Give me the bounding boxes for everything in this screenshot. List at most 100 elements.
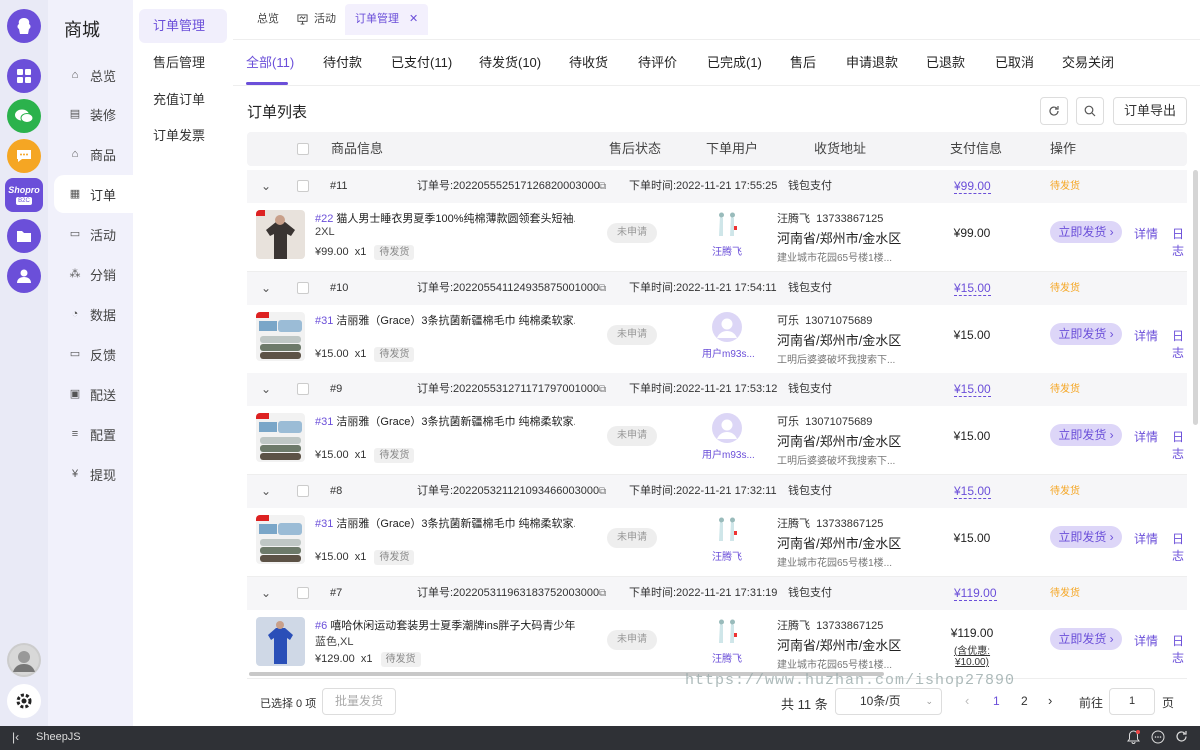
product-thumbnail[interactable]	[256, 617, 305, 666]
order-user[interactable]: 汪腾飞	[702, 515, 752, 563]
detail-link[interactable]: 详情	[1134, 632, 1158, 649]
order-user[interactable]: 用户m93s...	[702, 312, 755, 360]
product-name[interactable]: #31 洁丽雅（Grace）3条抗菌新疆棉毛巾 纯棉柔软家...	[315, 515, 575, 531]
folder-icon[interactable]	[7, 219, 41, 253]
product-thumbnail[interactable]	[256, 210, 305, 259]
log-link[interactable]: 日志	[1172, 225, 1187, 259]
order-user[interactable]: 用户m93s...	[702, 413, 755, 461]
log-link[interactable]: 日志	[1172, 327, 1187, 361]
sidebar-item-yuan[interactable]: ¥ 提现	[54, 455, 133, 493]
ship-now-button[interactable]: 立即发货 ›	[1050, 221, 1122, 243]
detail-link[interactable]: 详情	[1134, 428, 1158, 445]
status-tab[interactable]: 已支付(11)	[391, 40, 452, 86]
submenu-item[interactable]: 充值订单	[139, 83, 227, 117]
expand-chevron-icon[interactable]: ⌄	[261, 475, 271, 508]
status-tab[interactable]: 待评价	[638, 40, 677, 86]
pay-total[interactable]: ¥99.00	[954, 179, 991, 194]
select-all-checkbox[interactable]	[297, 143, 309, 155]
next-page-icon[interactable]: ›	[1048, 693, 1052, 708]
product-name[interactable]: #31 洁丽雅（Grace）3条抗菌新疆棉毛巾 纯棉柔软家...	[315, 312, 575, 328]
pay-total[interactable]: ¥119.00	[954, 586, 997, 601]
wechat-icon[interactable]	[7, 99, 41, 133]
sidebar-item-delivery[interactable]: ▣ 配送	[54, 375, 133, 413]
order-user[interactable]: 汪腾飞	[702, 617, 752, 665]
apps-icon[interactable]	[7, 59, 41, 93]
tab-activity[interactable]: 活动	[287, 4, 346, 35]
page-1[interactable]: 1	[993, 694, 1000, 708]
sidebar-item-activity[interactable]: ▭ 活动	[54, 215, 133, 253]
log-link[interactable]: 日志	[1172, 632, 1187, 666]
detail-link[interactable]: 详情	[1134, 225, 1158, 242]
submenu-item[interactable]: 售后管理	[139, 46, 227, 80]
status-tab[interactable]: 申请退款	[846, 40, 898, 86]
sidebar-item-bag[interactable]: ⌂ 商品	[54, 135, 133, 173]
refresh-button[interactable]	[1040, 97, 1068, 125]
order-checkbox[interactable]	[297, 282, 309, 294]
order-checkbox[interactable]	[297, 383, 309, 395]
sidebar-item-chart[interactable]: ◔ 数据	[54, 295, 133, 333]
ship-now-button[interactable]: 立即发货 ›	[1050, 323, 1122, 345]
settings-gear-icon[interactable]	[7, 684, 41, 718]
reload-icon[interactable]	[1175, 730, 1188, 746]
message-icon[interactable]	[1151, 730, 1165, 747]
product-thumbnail[interactable]	[256, 413, 305, 462]
status-tab[interactable]: 待付款	[323, 40, 362, 86]
detail-link[interactable]: 详情	[1134, 327, 1158, 344]
submenu-item[interactable]: 订单发票	[139, 119, 227, 153]
export-orders-button[interactable]: 订单导出	[1113, 97, 1187, 125]
order-checkbox[interactable]	[297, 485, 309, 497]
copy-icon[interactable]: ⧉	[599, 577, 606, 610]
vertical-scrollbar[interactable]	[1193, 170, 1198, 425]
batch-ship-button[interactable]: 批量发货	[322, 688, 396, 715]
product-name[interactable]: #6 嘻哈休闲运动套装男士夏季潮牌ins胖子大码青少年...	[315, 617, 575, 633]
sidebar-item-share[interactable]: ⁂ 分销	[54, 255, 133, 293]
expand-chevron-icon[interactable]: ⌄	[261, 577, 271, 610]
copy-icon[interactable]: ⧉	[599, 373, 606, 406]
product-id[interactable]: #6	[315, 620, 327, 632]
status-tab[interactable]: 待发货(10)	[479, 40, 541, 86]
tab-overview[interactable]: 总览	[247, 4, 289, 35]
admin-avatar[interactable]	[7, 643, 41, 677]
status-tab[interactable]: 售后	[790, 40, 816, 86]
status-tab[interactable]: 已取消	[995, 40, 1034, 86]
product-id[interactable]: #22	[315, 213, 333, 225]
bell-icon[interactable]	[1127, 730, 1140, 747]
tab-order-management[interactable]: 订单管理 ✕	[345, 4, 429, 35]
prev-page-icon[interactable]: ‹	[965, 693, 969, 708]
sidebar-item-feedback[interactable]: ▭ 反馈	[54, 335, 133, 373]
goto-page-input[interactable]: 1	[1109, 688, 1155, 715]
user-icon[interactable]	[7, 259, 41, 293]
sidebar-item-settings[interactable]: ≡ 配置	[54, 415, 133, 453]
expand-chevron-icon[interactable]: ⌄	[261, 170, 271, 203]
chat-icon[interactable]	[7, 139, 41, 173]
product-thumbnail[interactable]	[256, 515, 305, 564]
pay-total[interactable]: ¥15.00	[954, 484, 991, 499]
pay-total[interactable]: ¥15.00	[954, 382, 991, 397]
sidebar-item-order[interactable]: ▦ 订单	[54, 175, 133, 213]
page-2[interactable]: 2	[1021, 694, 1028, 708]
status-tab[interactable]: 已完成(1)	[707, 40, 762, 86]
copy-icon[interactable]: ⧉	[599, 170, 606, 203]
shop-logo-icon[interactable]	[7, 9, 41, 43]
order-checkbox[interactable]	[297, 180, 309, 192]
expand-chevron-icon[interactable]: ⌄	[261, 373, 271, 406]
product-id[interactable]: #31	[315, 416, 333, 428]
status-tab[interactable]: 待收货	[569, 40, 608, 86]
shopro-logo[interactable]: Shopro B2C	[5, 178, 43, 212]
order-checkbox[interactable]	[297, 587, 309, 599]
product-name[interactable]: #31 洁丽雅（Grace）3条抗菌新疆棉毛巾 纯棉柔软家...	[315, 413, 575, 429]
copy-icon[interactable]: ⧉	[599, 272, 606, 305]
product-name[interactable]: #22 猫人男士睡衣男夏季100%纯棉薄款圆领套头短袖...	[315, 210, 575, 226]
product-thumbnail[interactable]	[256, 312, 305, 361]
status-tab[interactable]: 已退款	[926, 40, 965, 86]
sidebar-item-store[interactable]: ▤ 装修	[54, 95, 133, 133]
close-icon[interactable]: ✕	[409, 4, 418, 35]
status-tab[interactable]: 全部(11)	[246, 40, 294, 86]
search-button[interactable]	[1076, 97, 1104, 125]
page-size-select[interactable]: 10条/页 ⌄	[835, 688, 942, 715]
product-id[interactable]: #31	[315, 518, 333, 530]
order-user[interactable]: 汪腾飞	[702, 210, 752, 258]
submenu-item[interactable]: 订单管理	[139, 9, 227, 43]
status-tab[interactable]: 交易关闭	[1062, 40, 1114, 86]
collapse-icon[interactable]: |‹	[12, 730, 19, 744]
